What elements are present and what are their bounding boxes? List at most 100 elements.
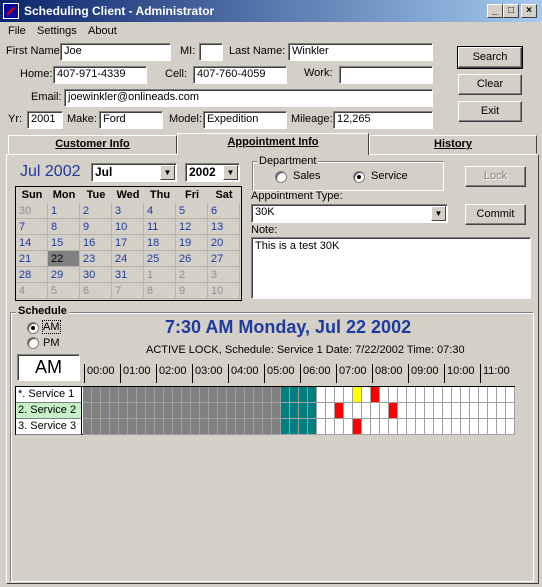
schedule-slot[interactable] [290, 419, 299, 435]
service-radio[interactable] [353, 171, 365, 183]
calendar-day[interactable]: 3 [112, 203, 144, 219]
schedule-slot[interactable] [128, 403, 137, 419]
schedule-slot[interactable] [308, 419, 317, 435]
schedule-slot[interactable] [299, 403, 308, 419]
schedule-slot[interactable] [182, 419, 191, 435]
calendar-day[interactable]: 4 [144, 203, 176, 219]
schedule-slot[interactable] [488, 419, 497, 435]
schedule-slot[interactable] [272, 403, 281, 419]
schedule-slot[interactable] [227, 403, 236, 419]
schedule-slot[interactable] [452, 387, 461, 403]
calendar-day[interactable]: 1 [144, 267, 176, 283]
close-button[interactable]: × [521, 4, 537, 18]
make-field[interactable]: Ford [99, 111, 163, 129]
schedule-slot[interactable] [209, 387, 218, 403]
schedule-slot[interactable] [308, 387, 317, 403]
schedule-slot[interactable] [443, 403, 452, 419]
calendar-day[interactable]: 31 [112, 267, 144, 283]
schedule-slot[interactable] [119, 403, 128, 419]
schedule-slot[interactable] [191, 403, 200, 419]
schedule-slot[interactable] [389, 403, 398, 419]
model-field[interactable]: Expedition [203, 111, 287, 129]
menu-about[interactable]: About [88, 25, 117, 37]
schedule-slot[interactable] [443, 419, 452, 435]
last-name-field[interactable]: Winkler [288, 43, 433, 61]
schedule-slot[interactable] [83, 387, 92, 403]
note-textarea[interactable]: This is a test 30K [251, 237, 531, 299]
schedule-row-label[interactable]: 2. Service 2 [16, 403, 82, 419]
schedule-row-label[interactable]: 3. Service 3 [16, 419, 82, 435]
schedule-slot[interactable] [497, 387, 506, 403]
schedule-slot[interactable] [443, 387, 452, 403]
calendar-day[interactable]: 15 [48, 235, 80, 251]
schedule-slot[interactable] [254, 403, 263, 419]
schedule-slot[interactable] [398, 387, 407, 403]
tab-history[interactable]: History [369, 135, 537, 154]
calendar-day[interactable]: 24 [112, 251, 144, 267]
schedule-slot[interactable] [191, 419, 200, 435]
calendar-day[interactable]: 6 [208, 203, 240, 219]
schedule-slot[interactable] [236, 387, 245, 403]
schedule-slot[interactable] [155, 403, 164, 419]
schedule-slot[interactable] [452, 403, 461, 419]
menu-file[interactable]: File [8, 25, 26, 37]
schedule-slot[interactable] [299, 419, 308, 435]
schedule-slot[interactable] [461, 387, 470, 403]
calendar-day[interactable]: 13 [208, 219, 240, 235]
calendar-day[interactable]: 8 [48, 219, 80, 235]
schedule-slot[interactable] [290, 387, 299, 403]
calendar-day[interactable]: 27 [208, 251, 240, 267]
calendar-day[interactable]: 2 [80, 203, 112, 219]
schedule-slot[interactable] [335, 419, 344, 435]
schedule-slot[interactable] [272, 387, 281, 403]
schedule-slot[interactable] [344, 419, 353, 435]
schedule-slot[interactable] [425, 419, 434, 435]
calendar-day[interactable]: 5 [48, 283, 80, 299]
schedule-slot[interactable] [245, 419, 254, 435]
schedule-slot[interactable] [326, 419, 335, 435]
calendar-day[interactable]: 25 [144, 251, 176, 267]
schedule-slot[interactable] [434, 387, 443, 403]
schedule-slot[interactable] [263, 403, 272, 419]
schedule-slot[interactable] [101, 419, 110, 435]
calendar-day[interactable]: 19 [176, 235, 208, 251]
schedule-slot[interactable] [110, 387, 119, 403]
schedule-slot[interactable] [263, 419, 272, 435]
schedule-slot[interactable] [119, 419, 128, 435]
work-phone-field[interactable] [339, 66, 433, 84]
mi-field[interactable] [199, 43, 223, 61]
calendar-day[interactable]: 14 [16, 235, 48, 251]
schedule-slot[interactable] [452, 419, 461, 435]
schedule-slot[interactable] [344, 387, 353, 403]
schedule-slot[interactable] [434, 403, 443, 419]
commit-button[interactable]: Commit [465, 204, 526, 225]
schedule-slot[interactable] [371, 387, 380, 403]
schedule-slot[interactable] [128, 387, 137, 403]
schedule-slot[interactable] [146, 403, 155, 419]
clear-button[interactable]: Clear [458, 74, 522, 95]
calendar-day[interactable]: 10 [208, 283, 240, 299]
schedule-slot[interactable] [272, 419, 281, 435]
calendar-day[interactable]: 9 [176, 283, 208, 299]
schedule-slot[interactable] [353, 403, 362, 419]
schedule-slot[interactable] [281, 387, 290, 403]
schedule-slot[interactable] [209, 419, 218, 435]
schedule-slot[interactable] [407, 387, 416, 403]
calendar-day[interactable]: 9 [80, 219, 112, 235]
schedule-slot[interactable] [83, 419, 92, 435]
schedule-slot[interactable] [182, 387, 191, 403]
schedule-slot[interactable] [200, 419, 209, 435]
chevron-down-icon[interactable]: ▼ [223, 165, 238, 180]
schedule-slot[interactable] [281, 403, 290, 419]
schedule-slot[interactable] [92, 403, 101, 419]
schedule-slot[interactable] [137, 403, 146, 419]
schedule-slot[interactable] [353, 419, 362, 435]
schedule-slot[interactable] [83, 403, 92, 419]
schedule-slot[interactable] [164, 403, 173, 419]
schedule-slot[interactable] [497, 419, 506, 435]
schedule-slot[interactable] [200, 387, 209, 403]
year-select[interactable]: 2002 ▼ [185, 163, 240, 182]
schedule-slot[interactable] [488, 387, 497, 403]
schedule-slot[interactable] [389, 387, 398, 403]
schedule-slot[interactable] [200, 403, 209, 419]
